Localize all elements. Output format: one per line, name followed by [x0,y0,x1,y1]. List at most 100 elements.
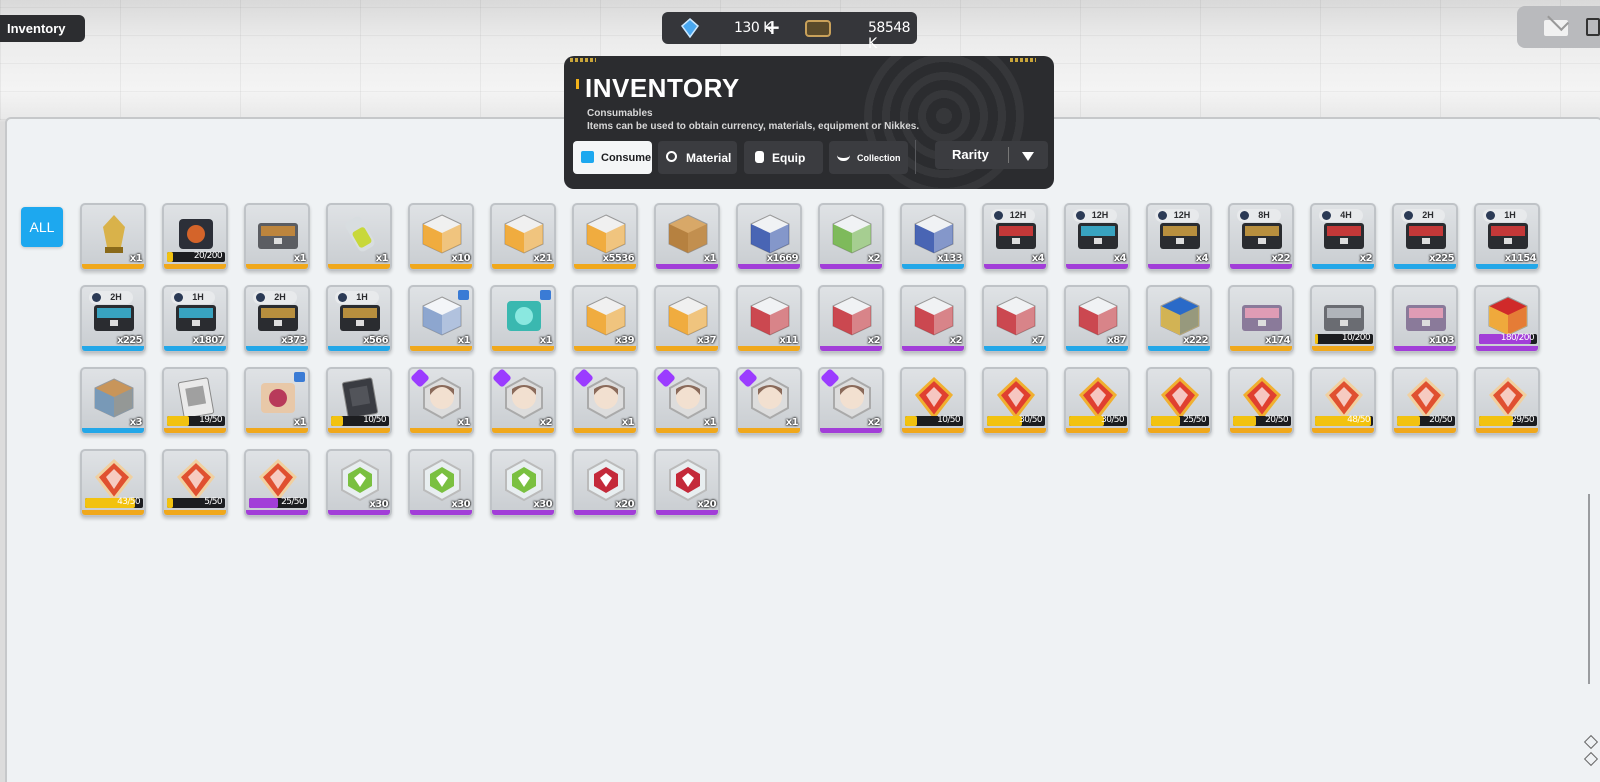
rarity-bar [1394,428,1456,433]
sort-dropdown[interactable]: Rarity [935,141,1048,169]
inventory-item[interactable]: x2 [818,285,884,353]
inventory-item[interactable]: x1 [244,203,310,271]
progress-fill [905,416,917,426]
inventory-item[interactable]: x1 [572,367,638,435]
inventory-item[interactable]: x222 [1146,285,1212,353]
inventory-item[interactable]: 30/50 [1064,367,1130,435]
add-gems-button[interactable]: + [764,15,781,39]
rarity-bar [1312,428,1374,433]
inventory-item[interactable]: 20/50 [1392,367,1458,435]
menu-icon[interactable] [1586,18,1600,36]
inventory-item[interactable]: x1 [326,203,392,271]
inventory-item[interactable]: 1H x1154 [1474,203,1540,271]
inventory-item[interactable]: x20 [654,449,720,517]
inventory-item[interactable]: 1H x566 [326,285,392,353]
parcel-icon [94,378,134,418]
inventory-item[interactable]: x87 [1064,285,1130,353]
inventory-item[interactable]: x174 [1228,285,1294,353]
rarity-bar [164,428,226,433]
inventory-item[interactable]: 10/200 [1310,285,1376,353]
inventory-item[interactable]: x1 [80,203,146,271]
filter-all-button[interactable]: ALL [21,207,63,247]
inventory-item[interactable]: 48/50 [1310,367,1376,435]
inventory-item[interactable]: 10/50 [900,367,966,435]
inventory-item[interactable]: x21 [490,203,556,271]
rarity-bar [1230,428,1292,433]
green-hex-icon [423,458,461,502]
inventory-item[interactable]: 30/50 [982,367,1048,435]
green-hex-icon [505,458,543,502]
item-count: x2 [867,253,881,264]
inventory-item[interactable]: 12H x4 [1146,203,1212,271]
tab-equip[interactable]: Equip [744,141,823,174]
mail-icon[interactable] [1544,20,1568,36]
teal-chest-icon [507,301,541,331]
inventory-item[interactable]: x2 [818,203,884,271]
inventory-item[interactable]: x1 [654,203,720,271]
blue-box-icon [914,214,954,254]
inventory-item[interactable]: 180/200 [1474,285,1540,353]
inventory-item[interactable]: x20 [572,449,638,517]
inventory-item[interactable]: x7 [982,285,1048,353]
timer-badge: 1H [335,291,379,304]
tab-consume[interactable]: Consume [573,141,652,174]
inventory-item[interactable]: x30 [408,449,474,517]
item-count: x87 [1107,335,1126,346]
category-subtitle: Consumables [587,108,653,119]
inventory-item[interactable]: 2H x373 [244,285,310,353]
inventory-item[interactable]: x1 [736,367,802,435]
inventory-item[interactable]: 25/50 [1146,367,1212,435]
inventory-item[interactable]: x1 [490,285,556,353]
inventory-item[interactable]: x30 [326,449,392,517]
inventory-item[interactable]: 19/50 [162,367,228,435]
inventory-item[interactable]: x11 [736,285,802,353]
inventory-item[interactable]: 43/50 [80,449,146,517]
timer-badge: 1H [1483,209,1527,222]
inventory-item[interactable]: 25/50 [244,449,310,517]
inventory-item[interactable]: 12H x4 [982,203,1048,271]
tab-collection[interactable]: Collection [829,141,908,174]
progress-bar: 5/50 [167,497,225,508]
inventory-item[interactable]: 20/200 [162,203,228,271]
progress-text: 30/50 [1101,415,1125,425]
inventory-item[interactable]: 8H x22 [1228,203,1294,271]
inventory-item[interactable]: 2H x225 [80,285,146,353]
item-count: x1 [457,335,471,346]
inventory-item[interactable]: 20/50 [1228,367,1294,435]
inventory-item[interactable]: 4H x2 [1310,203,1376,271]
inventory-item[interactable]: 29/50 [1474,367,1540,435]
inventory-item[interactable]: x2 [900,285,966,353]
inventory-item[interactable]: x2 [818,367,884,435]
timer-badge: 4H [1319,209,1363,222]
rarity-bar [820,346,882,351]
scrollbar[interactable] [1588,494,1590,684]
inventory-item[interactable]: x1 [244,367,310,435]
inventory-item[interactable]: x39 [572,285,638,353]
inventory-item[interactable]: x103 [1392,285,1458,353]
inventory-item[interactable]: 12H x4 [1064,203,1130,271]
inventory-item[interactable]: 1H x1807 [162,285,228,353]
inventory-item[interactable]: x3 [80,367,146,435]
inventory-item[interactable]: x30 [490,449,556,517]
progress-text: 10/50 [937,415,961,425]
inventory-item[interactable]: x10 [408,203,474,271]
lock-icon [458,290,469,300]
inventory-item[interactable]: x2 [490,367,556,435]
inventory-item[interactable]: 10/50 [326,367,392,435]
inventory-item[interactable]: x1669 [736,203,802,271]
inventory-item[interactable]: x1 [654,367,720,435]
progress-text: 48/50 [1347,415,1371,425]
item-count: x7 [1031,335,1045,346]
inventory-item[interactable]: x37 [654,285,720,353]
inventory-item[interactable]: x1 [408,285,474,353]
inventory-item[interactable]: x5536 [572,203,638,271]
rarity-bar [82,428,144,433]
inventory-item[interactable]: x1 [408,367,474,435]
tab-material[interactable]: Material [658,141,737,174]
hexagon-icon [666,151,677,162]
inventory-item[interactable]: 5/50 [162,449,228,517]
inventory-item[interactable]: 2H x225 [1392,203,1458,271]
title-accent [576,79,579,89]
inventory-item[interactable]: x133 [900,203,966,271]
blue-box-icon [750,214,790,254]
